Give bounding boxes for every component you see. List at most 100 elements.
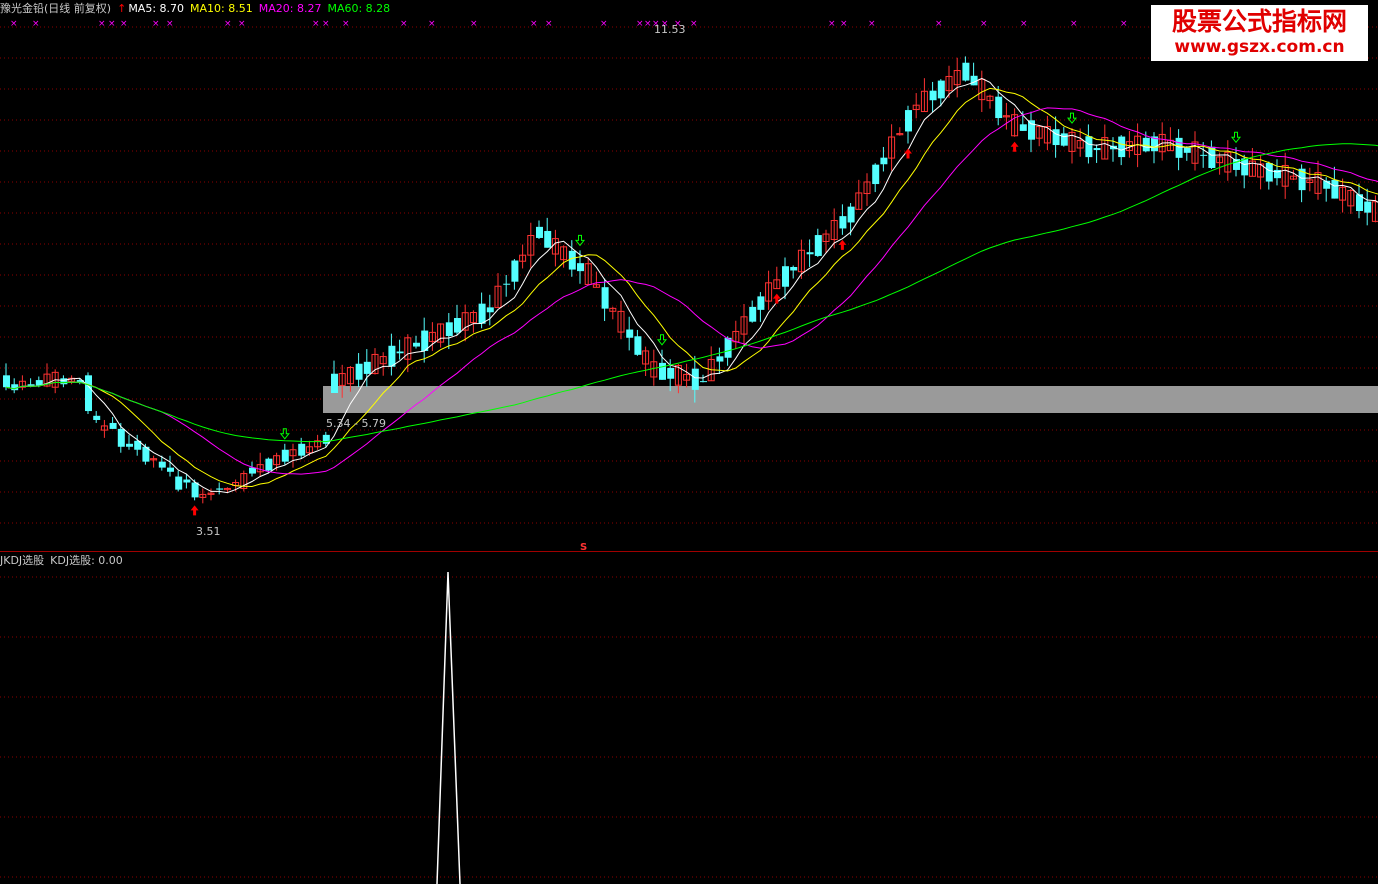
- candle-body: [109, 422, 117, 429]
- candle-body: [167, 467, 174, 472]
- sell-arrow-icon: [1230, 131, 1242, 144]
- top-marker: ×: [828, 19, 836, 29]
- top-marker: ×: [644, 19, 652, 29]
- top-marker: ×: [530, 19, 538, 29]
- candle-body: [1183, 147, 1191, 153]
- candle-body: [1265, 162, 1273, 182]
- candle-body: [847, 206, 855, 223]
- ma10-line: [5, 87, 1378, 488]
- candle-body: [1331, 179, 1339, 199]
- top-marker: ×: [322, 19, 330, 29]
- candle-body: [1019, 124, 1027, 131]
- candle-body: [667, 367, 675, 379]
- top-marker: ×: [342, 19, 350, 29]
- support-zone: [323, 386, 1378, 413]
- candle-body: [85, 375, 92, 412]
- top-marker: ×: [840, 19, 848, 29]
- candle-body: [183, 479, 191, 483]
- candle-body: [749, 306, 757, 322]
- up-arrow-icon: ↑: [117, 2, 127, 15]
- candle-body: [191, 482, 199, 498]
- top-marker: ×: [120, 19, 128, 29]
- candle-body: [421, 330, 429, 352]
- signal-s-marker: S: [580, 542, 587, 553]
- top-marker: ×: [636, 19, 644, 29]
- ma10-value: MA10: 8.51: [190, 2, 253, 15]
- stock-chart[interactable]: ×××××××××××××××××××××××××××××××××××× 11.…: [0, 0, 1378, 884]
- watermark-title: 股票公式指标网: [1171, 7, 1347, 36]
- candle-body: [544, 230, 552, 248]
- top-marker: ×: [98, 19, 106, 29]
- ma20-value: MA20: 8.27: [258, 2, 322, 15]
- grid-lines: ××××××××××××××××××××××××××××××××××××: [0, 19, 1378, 878]
- buy-arrow-icon: [190, 505, 199, 516]
- buy-arrow-icon: [1010, 141, 1019, 152]
- kdj-indicator: [436, 571, 461, 884]
- candle-body: [281, 449, 289, 462]
- top-marker: ×: [1120, 19, 1128, 29]
- candle-body: [117, 428, 125, 447]
- candle-body: [265, 458, 273, 471]
- indicator-value: KDJ选股: 0.00: [50, 554, 123, 567]
- top-marker: ×: [690, 19, 698, 29]
- candle-body: [175, 476, 183, 490]
- candle-body: [1052, 129, 1060, 146]
- candle-body: [691, 368, 699, 390]
- candle-body: [937, 80, 945, 99]
- candle-body: [634, 336, 642, 355]
- buy-arrow-icon: [772, 293, 781, 304]
- top-marker: ×: [545, 19, 553, 29]
- top-marker: ×: [32, 19, 40, 29]
- top-marker: ×: [1070, 19, 1078, 29]
- zone-range-label: 5.34 - 5.79: [326, 417, 386, 430]
- candle-body: [880, 157, 888, 165]
- candle-body: [1093, 148, 1101, 151]
- candle-body: [11, 384, 19, 391]
- candle-body: [700, 381, 707, 383]
- indicator-name[interactable]: JKDJ选股: [0, 554, 44, 567]
- candle-body: [158, 461, 166, 468]
- candle-body: [1060, 133, 1068, 146]
- candle-body: [1175, 137, 1183, 158]
- candle-body: [995, 96, 1003, 119]
- candle-body: [363, 361, 371, 374]
- candle-body: [626, 329, 634, 338]
- candle-body: [486, 307, 494, 313]
- candle-body: [388, 345, 396, 367]
- top-marker: ×: [428, 19, 436, 29]
- candle-body: [757, 296, 765, 310]
- candle-body: [298, 443, 306, 456]
- watermark-logo: 股票公式指标网 www.gszx.com.cn: [1151, 5, 1368, 61]
- candle-body: [3, 375, 10, 388]
- candle-body: [724, 337, 732, 358]
- candle-body: [905, 110, 912, 132]
- sell-arrow-icon: [656, 334, 668, 346]
- top-marker: ×: [600, 19, 608, 29]
- candle-body: [216, 488, 224, 490]
- stock-name[interactable]: 豫光金铅(日线 前复权): [0, 2, 111, 15]
- candle-body: [478, 303, 486, 324]
- candle-body: [413, 342, 420, 347]
- top-marker: ×: [935, 19, 943, 29]
- candle-body: [511, 260, 519, 282]
- candle-body: [536, 226, 543, 238]
- candle-body: [577, 263, 584, 272]
- top-marker: ×: [868, 19, 876, 29]
- top-marker: ×: [470, 19, 478, 29]
- top-marker: ×: [312, 19, 320, 29]
- candle-body: [782, 266, 789, 287]
- candle-body: [872, 164, 880, 185]
- top-marker: ×: [224, 19, 232, 29]
- candle-body: [355, 363, 363, 380]
- candle-body: [331, 373, 338, 393]
- candle-body: [249, 467, 256, 474]
- candle-body: [790, 266, 798, 271]
- candle-body: [1028, 120, 1035, 140]
- candle-body: [445, 322, 453, 337]
- candle-body: [454, 318, 461, 333]
- candle-body: [1085, 136, 1093, 158]
- candle-body: [929, 90, 937, 101]
- candle-body: [1142, 137, 1150, 152]
- candlesticks: [3, 56, 1378, 504]
- candle-body: [716, 356, 724, 362]
